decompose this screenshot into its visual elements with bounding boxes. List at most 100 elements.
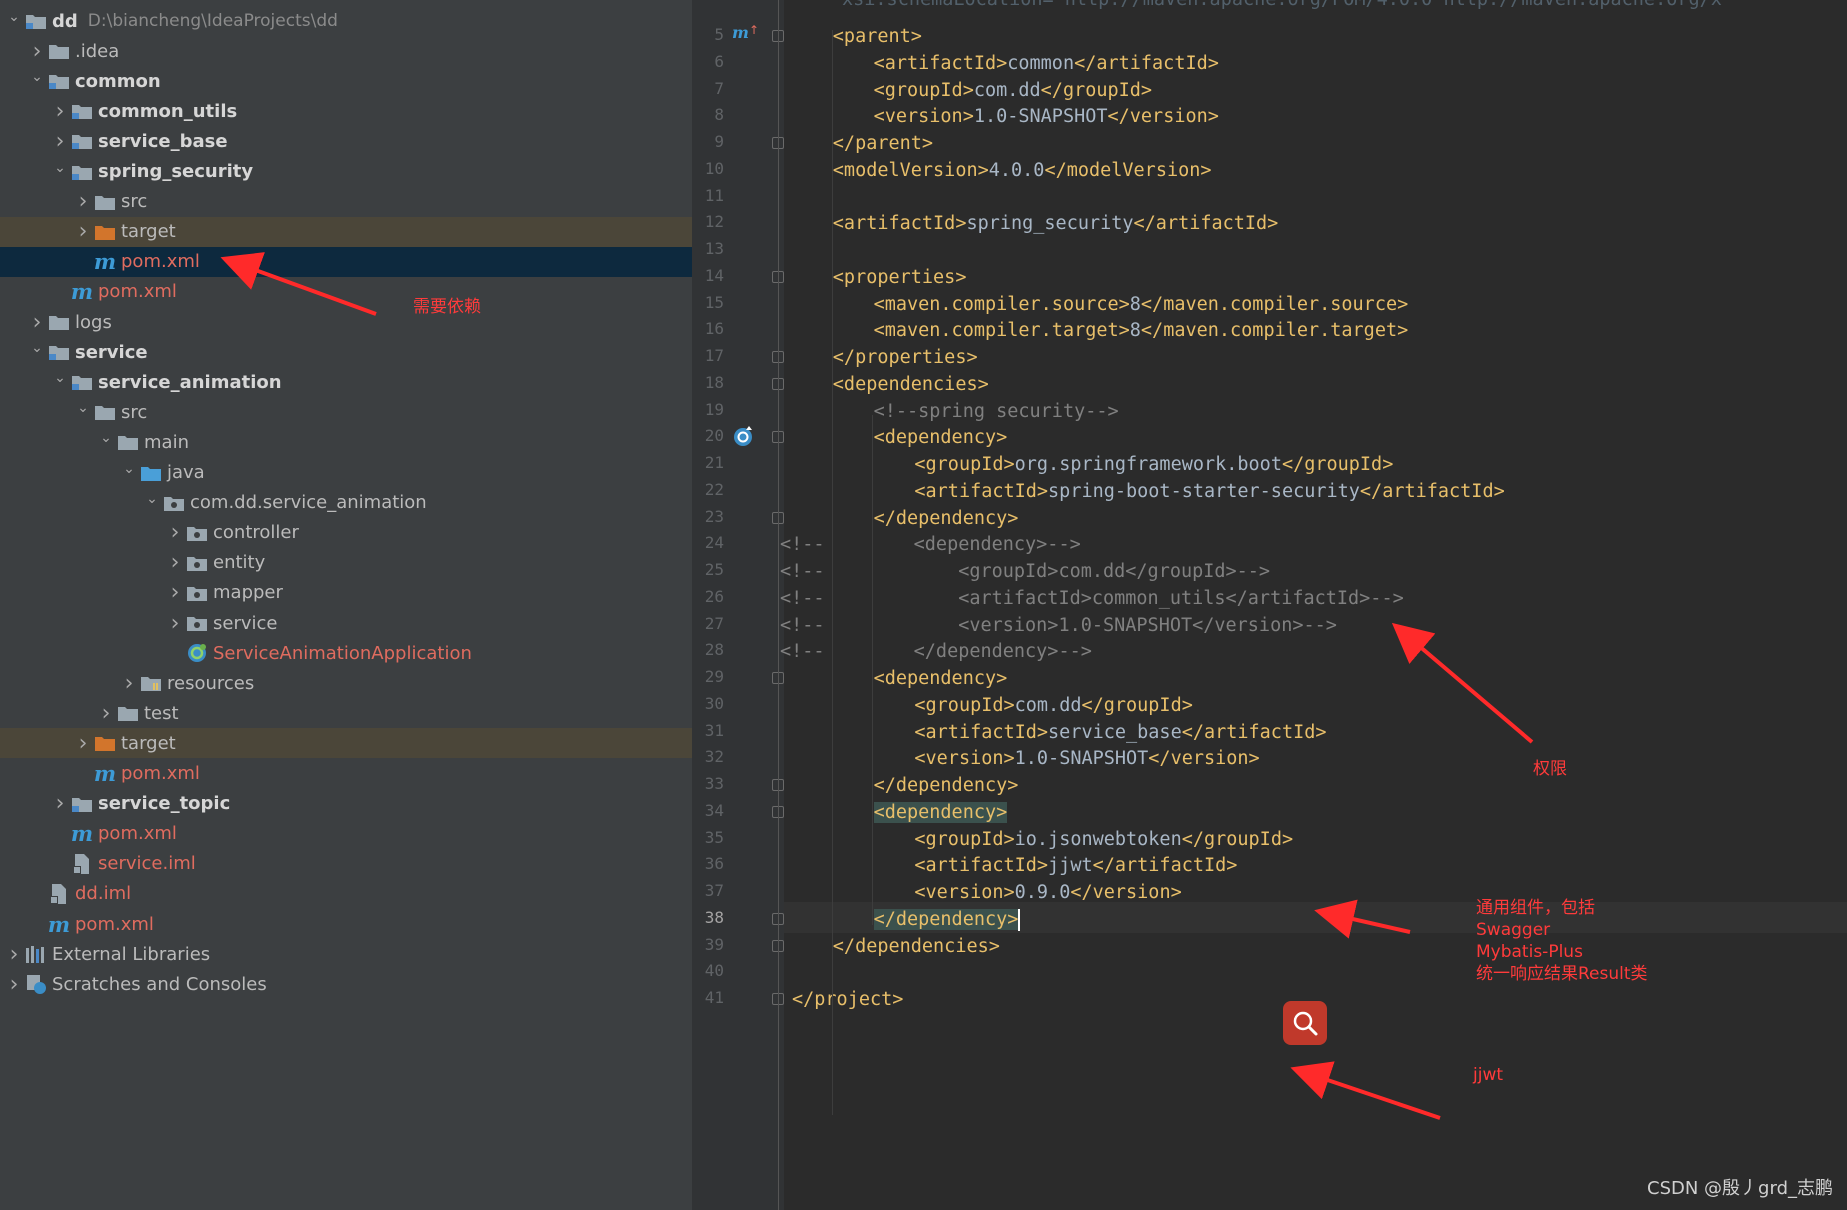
chevron-right-icon[interactable]: › (27, 39, 47, 64)
xml-tag: </maven.compiler.source> (1140, 293, 1409, 315)
xml-tag: <version> (914, 882, 1015, 903)
tree-node[interactable]: service.iml (0, 849, 692, 879)
tree-node[interactable]: › External Libraries (0, 939, 692, 969)
line-number: 13 (704, 239, 724, 258)
xml-text: com.dd (973, 79, 1041, 101)
tree-node[interactable]: › common_utils (0, 96, 692, 126)
maven-icon: m (93, 761, 117, 786)
tree-node[interactable]: m pom.xml (0, 759, 692, 789)
magnifier-icon[interactable] (1283, 1001, 1327, 1045)
chevron-down-icon[interactable]: ⌄ (27, 340, 47, 356)
chevron-right-icon[interactable]: › (165, 550, 185, 575)
xml-tag: <modelVersion> (832, 159, 989, 181)
chevron-right-icon[interactable]: › (50, 99, 70, 124)
tree-node[interactable]: › controller (0, 518, 692, 548)
line-number: 30 (704, 693, 724, 713)
chevron-down-icon[interactable]: ⌄ (4, 9, 24, 25)
tree-node[interactable]: › service (0, 608, 692, 638)
xml-text: 1.0-SNAPSHOT (1014, 748, 1149, 770)
xml-tag: <version> (873, 106, 974, 128)
maven-icon: m (93, 249, 117, 275)
chevron-down-icon[interactable]: ⌄ (27, 69, 47, 85)
tree-node[interactable]: m pom.xml (0, 277, 692, 307)
tree-node[interactable]: ⌄ src (0, 397, 692, 427)
chevron-down-icon[interactable]: ⌄ (119, 461, 139, 477)
line-number: 34 (704, 800, 724, 820)
tree-node[interactable]: ⌄ service (0, 337, 692, 367)
tree-node[interactable]: › .idea (0, 36, 692, 66)
tree-node[interactable]: m pom.xml (0, 246, 692, 277)
tree-node[interactable]: › entity (0, 548, 692, 578)
tree-node[interactable]: ⌄ java (0, 458, 692, 488)
tree-node[interactable]: › logs (0, 307, 692, 337)
tree-node[interactable]: ⌄ dd D:\biancheng\IdeaProjects\dd (0, 6, 692, 36)
tree-node[interactable]: ⌄ com.dd.service_animation (0, 488, 692, 518)
tree-node[interactable]: m pom.xml (0, 819, 692, 849)
tree-node[interactable]: › test (0, 698, 692, 728)
chevron-right-icon[interactable]: › (50, 129, 70, 154)
chevron-right-icon[interactable]: › (4, 972, 24, 997)
chevron-right-icon[interactable]: › (165, 580, 185, 605)
package-icon (185, 523, 209, 543)
chevron-down-icon[interactable]: ⌄ (142, 491, 162, 507)
excluded-folder-icon (93, 222, 117, 242)
chevron-right-icon[interactable]: › (165, 611, 185, 636)
tree-node[interactable]: › Scratches and Consoles (0, 969, 692, 999)
line-number: 16 (704, 319, 724, 339)
chevron-right-icon[interactable]: › (73, 189, 93, 214)
chevron-down-icon[interactable]: ⌄ (50, 160, 70, 176)
tree-node[interactable]: dd.iml (0, 879, 692, 909)
maven-icon: m (70, 821, 94, 847)
tree-node[interactable]: m pom.xml (0, 909, 692, 939)
chevron-right-icon[interactable]: › (50, 791, 70, 816)
chevron-right-icon[interactable]: › (96, 701, 116, 726)
tree-node[interactable]: ⌄ service_animation (0, 367, 692, 397)
tree-node[interactable]: › mapper (0, 578, 692, 608)
code-line-partial: xsi:schemaLocation="http://maven.apache.… (842, 0, 1847, 15)
chevron-right-icon[interactable]: › (73, 219, 93, 244)
xml-tag: <artifactId> (832, 213, 967, 235)
module-folder-icon (47, 71, 71, 91)
tree-node[interactable]: › src (0, 187, 692, 217)
chevron-down-icon[interactable]: ⌄ (73, 400, 93, 416)
code-editor[interactable]: 5 m↑ 6 7 8 9 10 11 12 13 14 15 16 17 18 19 20 21 22 23 24 25 2… (692, 0, 1847, 1210)
chevron-right-icon[interactable]: › (73, 731, 93, 756)
xml-tag: <groupId> (914, 694, 1015, 716)
excluded-folder-icon (93, 733, 117, 753)
tree-node[interactable]: › target (0, 728, 692, 759)
tree-node[interactable]: ⌄ common (0, 66, 692, 96)
maven-parent-icon[interactable]: m↑ (732, 23, 759, 42)
gutter-divider (778, 0, 779, 1210)
chevron-right-icon[interactable]: › (27, 310, 47, 335)
line-number: 10 (704, 158, 724, 178)
tree-node[interactable]: ⌄ spring_security (0, 157, 692, 187)
tree-node-label: pom.xml (121, 251, 200, 273)
chevron-right-icon[interactable]: › (4, 942, 24, 967)
tree-node[interactable]: ServiceAnimationApplication (0, 638, 692, 668)
source-folder-icon (139, 463, 163, 483)
tree-node-label: com.dd.service_animation (190, 492, 427, 514)
tree-node-label: ServiceAnimationApplication (213, 642, 472, 664)
tree-node[interactable]: › resources (0, 668, 692, 698)
chevron-right-icon[interactable]: › (119, 671, 139, 696)
module-folder-icon (70, 162, 94, 182)
line-number: 19 (704, 399, 724, 419)
tree-node[interactable]: › service_base (0, 126, 692, 156)
tree-node-label: test (144, 702, 179, 724)
chevron-right-icon[interactable]: › (165, 520, 185, 545)
tree-node[interactable]: › target (0, 216, 692, 247)
chevron-down-icon[interactable]: ⌄ (50, 370, 70, 386)
line-number: 7 (714, 78, 724, 98)
tree-node[interactable]: › service_topic (0, 789, 692, 819)
line-number: 17 (704, 346, 724, 365)
project-tree-panel: ⌄ dd D:\biancheng\IdeaProjects\dd › .idea ⌄ co… (0, 0, 692, 1210)
package-icon (162, 493, 186, 513)
xml-tag: <version> (914, 748, 1015, 770)
tree-node-label: entity (213, 552, 266, 574)
line-number: 15 (704, 292, 724, 312)
chevron-down-icon[interactable]: ⌄ (96, 430, 116, 446)
tree-node[interactable]: ⌄ main (0, 427, 692, 457)
tree-node-label: spring_security (98, 161, 254, 182)
spring-dependency-icon[interactable] (732, 424, 756, 452)
xml-comment: <!-- <groupId>com.dd</groupId>--> (780, 561, 1271, 582)
